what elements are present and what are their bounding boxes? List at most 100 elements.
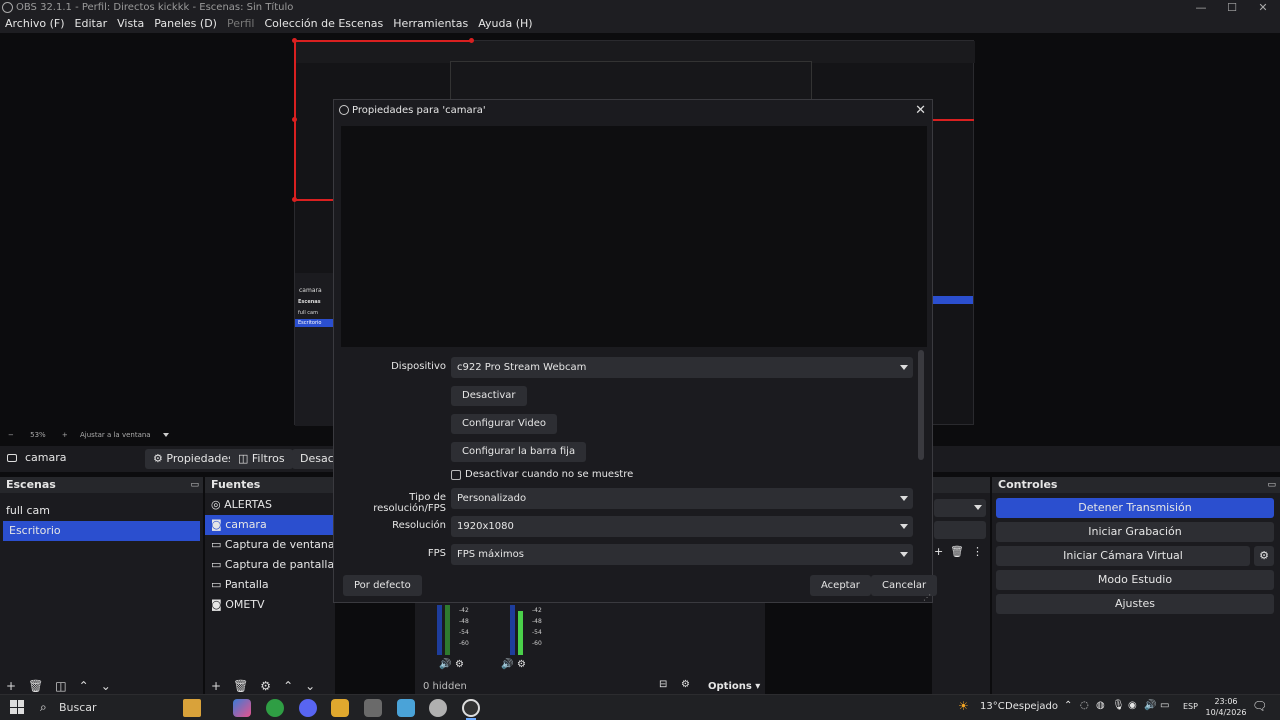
mixer-tools-icon[interactable]: ⚙ xyxy=(681,679,690,690)
menu-perfil[interactable]: Perfil xyxy=(222,15,260,33)
scene-item[interactable]: full cam xyxy=(0,501,203,521)
app-icon[interactable] xyxy=(429,699,447,717)
monitor-icon: ▭ xyxy=(211,558,222,571)
volume-meter xyxy=(518,611,523,655)
source-item-selected[interactable]: ◙ camara xyxy=(205,515,335,535)
menu-archivo[interactable]: Archivo (F) xyxy=(0,15,70,33)
db-label: -42 xyxy=(459,607,469,614)
obs-taskbar-icon[interactable] xyxy=(462,699,480,717)
device-select[interactable]: c922 Pro Stream Webcam xyxy=(451,357,913,378)
speaker-icon[interactable]: 🔊 xyxy=(501,659,513,670)
menu-coleccion-escenas[interactable]: Colección de Escenas xyxy=(260,15,389,33)
stop-stream-button[interactable]: Detener Transmisión xyxy=(996,498,1274,518)
file-explorer-icon[interactable] xyxy=(331,699,349,717)
deactivate-button[interactable]: Desactivar xyxy=(451,386,527,406)
source-item[interactable]: ▭ Pantalla xyxy=(205,575,335,595)
fps-select[interactable]: FPS máximos xyxy=(451,544,913,565)
properties-button[interactable]: ⚙ Propiedades xyxy=(145,449,242,469)
filters-button[interactable]: ◫ Filtros xyxy=(230,449,293,469)
trash-icon[interactable]: 🗑 xyxy=(233,679,248,693)
resize-handle[interactable] xyxy=(292,117,297,122)
options-button[interactable]: Options ▾ xyxy=(708,681,760,692)
source-item[interactable]: ◎ ALERTAS xyxy=(205,495,335,515)
mixer-settings-icon[interactable]: ⚙ xyxy=(455,659,464,670)
tray-app-icon[interactable]: ◍ xyxy=(1096,700,1105,711)
battery-icon[interactable]: ▭ xyxy=(1160,700,1169,711)
chevron-down-icon[interactable]: ⌄ xyxy=(305,679,315,693)
chevron-up-icon[interactable]: ⌃ xyxy=(79,679,89,693)
microphone-icon[interactable]: 🎙 xyxy=(1112,700,1125,711)
chevron-down-icon[interactable]: ⌄ xyxy=(101,679,111,693)
close-icon[interactable]: ✕ xyxy=(915,100,926,121)
zoom-in-button[interactable]: + xyxy=(62,431,68,439)
minimize-button[interactable]: — xyxy=(1184,0,1218,15)
mixer-settings-icon[interactable]: ⚙ xyxy=(517,659,526,670)
fit-window-button[interactable]: Ajustar a la ventana xyxy=(80,431,151,439)
settings-button[interactable]: Ajustes xyxy=(996,594,1274,614)
deactivate-when-hidden-checkbox[interactable] xyxy=(451,470,461,480)
dialog-scrollbar[interactable] xyxy=(918,350,924,460)
menu-herramientas[interactable]: Herramientas xyxy=(388,15,473,33)
gear-icon[interactable]: ⚙ xyxy=(260,679,271,693)
weather-icon[interactable]: ☀ xyxy=(958,699,969,713)
menu-editar[interactable]: Editar xyxy=(70,15,113,33)
tray-chevron-up-icon[interactable]: ⌃ xyxy=(1064,700,1072,711)
maximize-button[interactable]: ☐ xyxy=(1215,0,1249,15)
windows-start-icon[interactable] xyxy=(10,700,24,714)
app-icon[interactable] xyxy=(397,699,415,717)
menu-paneles[interactable]: Paneles (D) xyxy=(149,15,222,33)
layout-icon[interactable]: ⊟ xyxy=(659,679,667,690)
discord-icon[interactable] xyxy=(299,699,317,717)
studio-mode-button[interactable]: Modo Estudio xyxy=(996,570,1274,590)
start-recording-button[interactable]: Iniciar Grabación xyxy=(996,522,1274,542)
menu-vista[interactable]: Vista xyxy=(112,15,149,33)
add-transition-icon[interactable]: + xyxy=(934,545,943,558)
scene-item-selected[interactable]: Escritorio xyxy=(3,521,200,541)
network-icon[interactable]: ◉ xyxy=(1128,700,1137,711)
configure-crossbar-button[interactable]: Configurar la barra fija xyxy=(451,442,587,462)
source-item[interactable]: ◙ OMETV xyxy=(205,595,335,615)
accept-button[interactable]: Aceptar xyxy=(810,575,871,596)
resize-grip-icon[interactable]: ⋰ xyxy=(923,593,931,602)
taskbar-search[interactable]: Buscar xyxy=(59,701,97,714)
float-dock-icon[interactable]: ▭ xyxy=(190,477,199,493)
close-window-button[interactable]: ✕ xyxy=(1246,0,1280,15)
configure-video-button[interactable]: Configurar Video xyxy=(451,414,557,434)
more-icon[interactable]: ⋮ xyxy=(972,545,983,558)
resize-handle[interactable] xyxy=(292,38,297,43)
weather-temp[interactable]: 13°C xyxy=(980,701,1005,712)
start-virtual-camera-button[interactable]: Iniciar Cámara Virtual xyxy=(996,546,1250,566)
chevron-up-icon[interactable]: ⌃ xyxy=(283,679,293,693)
virtual-camera-settings-button[interactable]: ⚙ xyxy=(1254,546,1274,566)
zoom-out-button[interactable]: − xyxy=(8,431,14,439)
search-highlight-icon[interactable] xyxy=(183,699,201,717)
trash-icon[interactable]: 🗑 xyxy=(28,679,43,693)
clock[interactable]: 23:06 10/4/2026 xyxy=(1204,696,1248,718)
source-item[interactable]: ▭ Captura de ventana xyxy=(205,535,335,555)
tray-app-icon[interactable]: ◌ xyxy=(1080,700,1089,711)
resolution-select[interactable]: 1920x1080 xyxy=(451,516,913,537)
menu-ayuda[interactable]: Ayuda (H) xyxy=(473,15,537,33)
source-item[interactable]: ▭ Captura de pantalla xyxy=(205,555,335,575)
resolution-type-select[interactable]: Personalizado xyxy=(451,488,913,509)
calculator-icon[interactable] xyxy=(364,699,382,717)
volume-icon[interactable]: 🔊 xyxy=(1144,700,1156,711)
input-language[interactable]: ESP xyxy=(1183,702,1198,711)
copilot-icon[interactable] xyxy=(233,699,251,717)
speaker-icon[interactable]: 🔊 xyxy=(439,659,451,670)
chrome-icon[interactable] xyxy=(266,699,284,717)
add-scene-icon[interactable]: + xyxy=(6,679,16,693)
chevron-down-icon[interactable] xyxy=(162,433,169,437)
notifications-icon[interactable]: 🗨 xyxy=(1252,699,1267,713)
defaults-button[interactable]: Por defecto xyxy=(343,575,422,596)
add-source-icon[interactable]: + xyxy=(211,679,221,693)
transition-select[interactable] xyxy=(934,499,986,517)
resize-handle[interactable] xyxy=(469,38,474,43)
trash-icon[interactable]: 🗑 xyxy=(950,545,964,558)
chevron-down-icon xyxy=(900,496,908,501)
duration-spinbox[interactable] xyxy=(934,521,986,539)
weather-text[interactable]: Despejado xyxy=(1005,701,1058,712)
float-dock-icon[interactable]: ▭ xyxy=(1267,477,1276,493)
resize-handle[interactable] xyxy=(292,197,297,202)
filter-icon[interactable]: ◫ xyxy=(55,679,66,693)
